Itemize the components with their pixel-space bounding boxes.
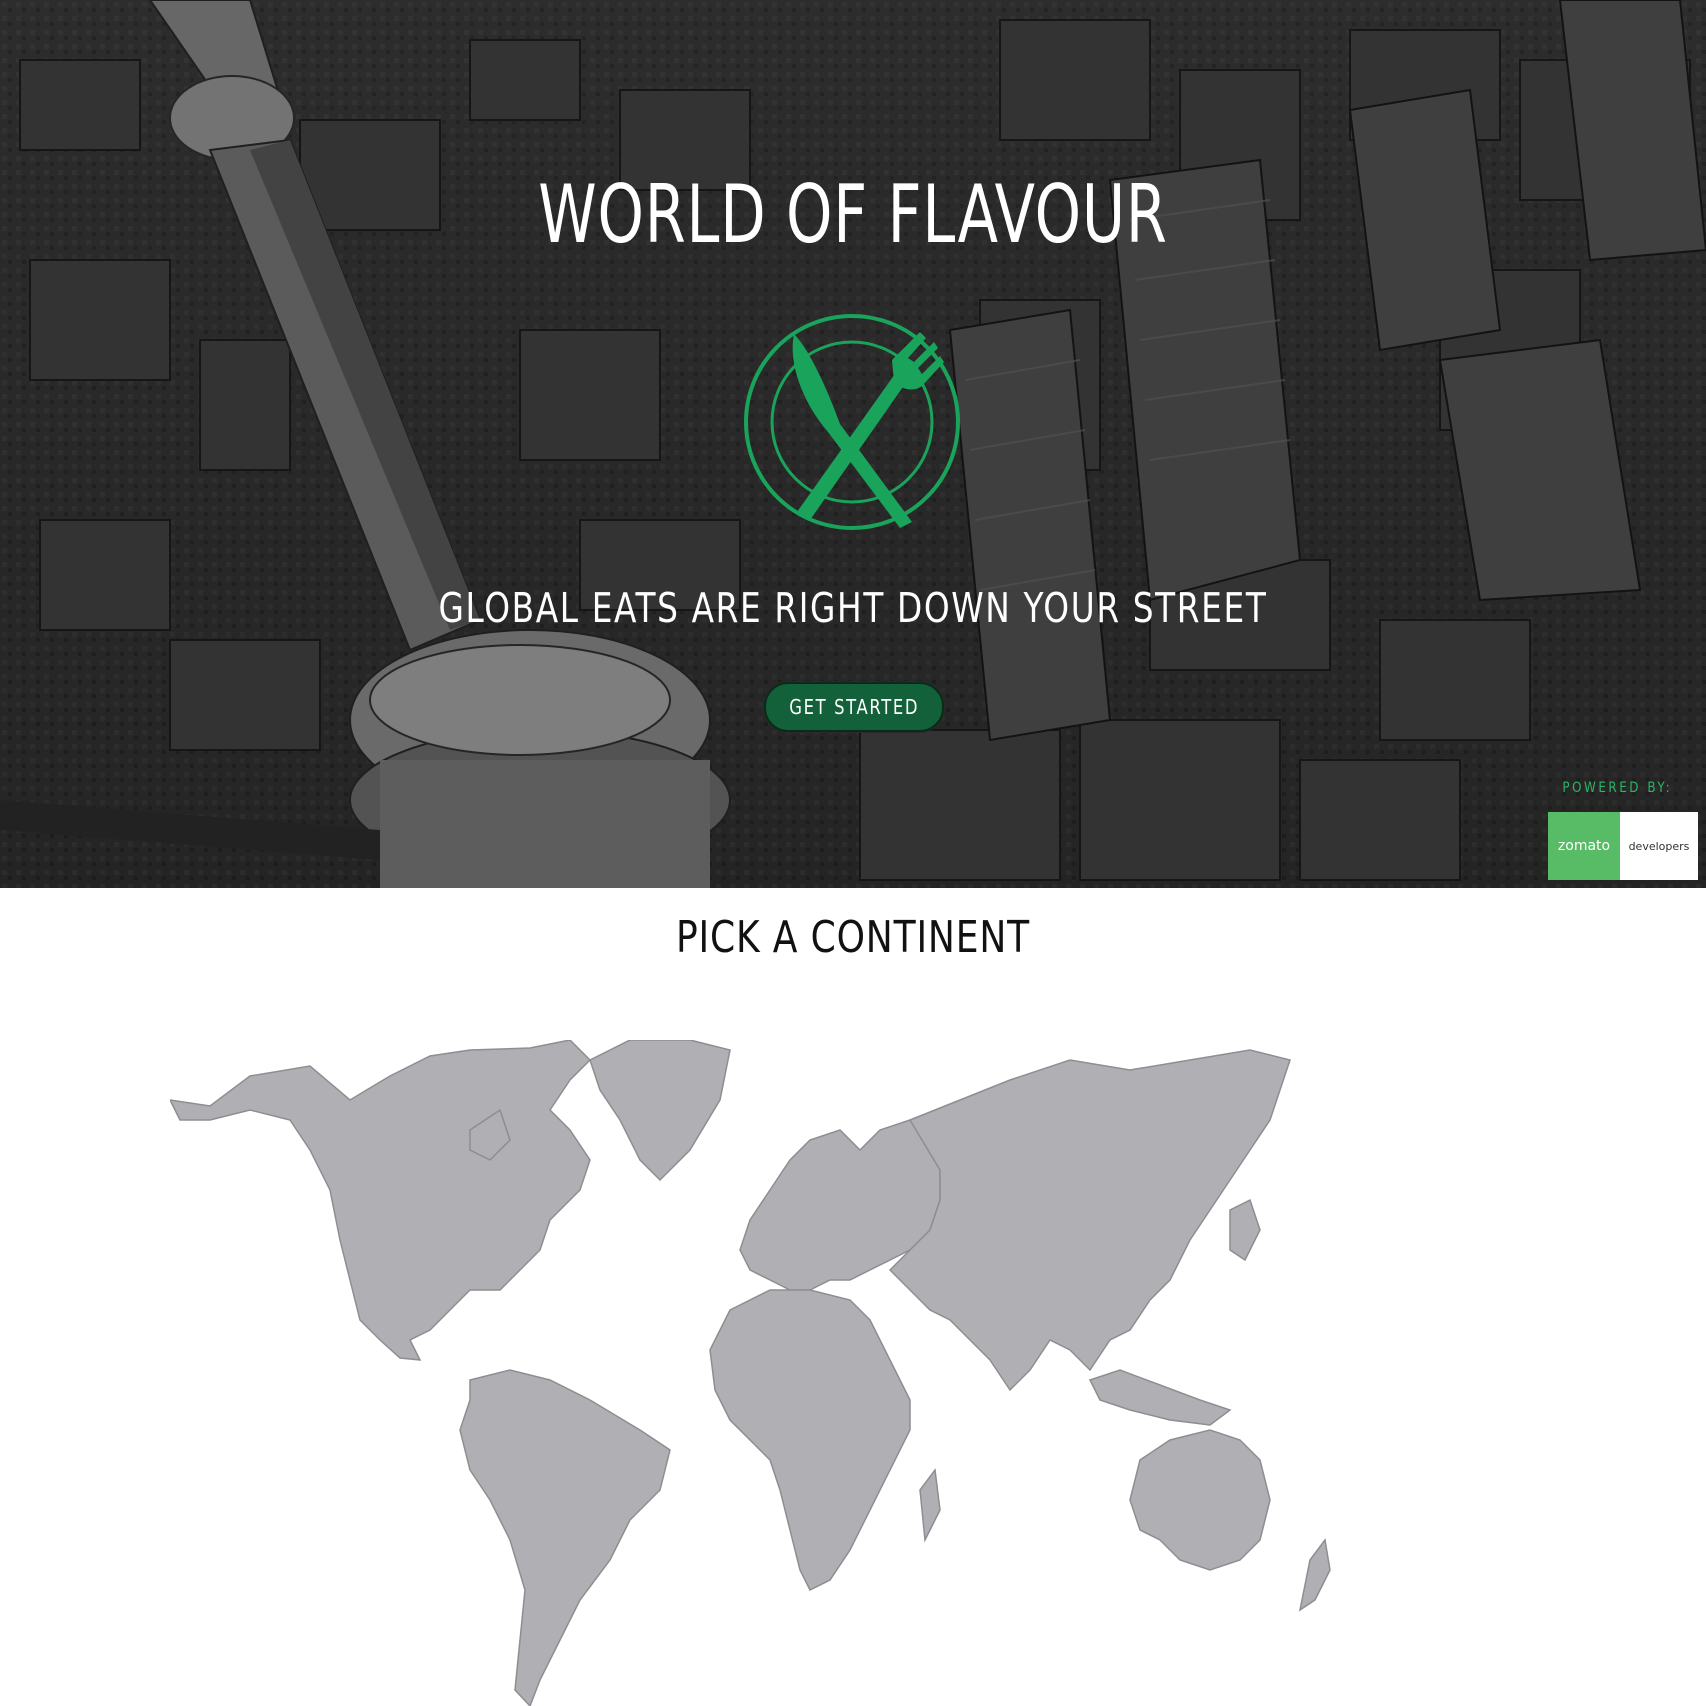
zomato-brand: zomato <box>1548 812 1620 880</box>
hero-section: WORLD OF FLAVOUR GLOBAL EATS ARE RIGHT D… <box>0 0 1706 888</box>
zomato-developers-text: developers <box>1628 839 1690 853</box>
pick-continent-heading: PICK A CONTINENT <box>675 912 1031 963</box>
continent-south-america[interactable] <box>459 1369 671 1706</box>
get-started-label: GET STARTED <box>789 695 919 719</box>
site-title: WORLD OF FLAVOUR <box>538 168 1168 261</box>
crossed-knife-fork-logo-icon <box>744 314 960 530</box>
continent-southeast-asia[interactable] <box>1088 1369 1232 1426</box>
continent-greenland[interactable] <box>589 1040 731 1182</box>
continent-africa[interactable] <box>709 1289 941 1592</box>
get-started-button[interactable]: GET STARTED <box>764 682 944 732</box>
powered-by-label: POWERED BY: <box>1562 780 1672 796</box>
continent-asia[interactable] <box>888 1049 1291 1392</box>
continent-oceania[interactable] <box>1129 1429 1331 1612</box>
zomato-developers-badge[interactable]: zomato developers <box>1548 812 1698 880</box>
continent-north-america[interactable] <box>170 1040 592 1361</box>
hero-tagline: GLOBAL EATS ARE RIGHT DOWN YOUR STREET <box>438 584 1268 632</box>
world-map <box>170 1040 1331 1706</box>
